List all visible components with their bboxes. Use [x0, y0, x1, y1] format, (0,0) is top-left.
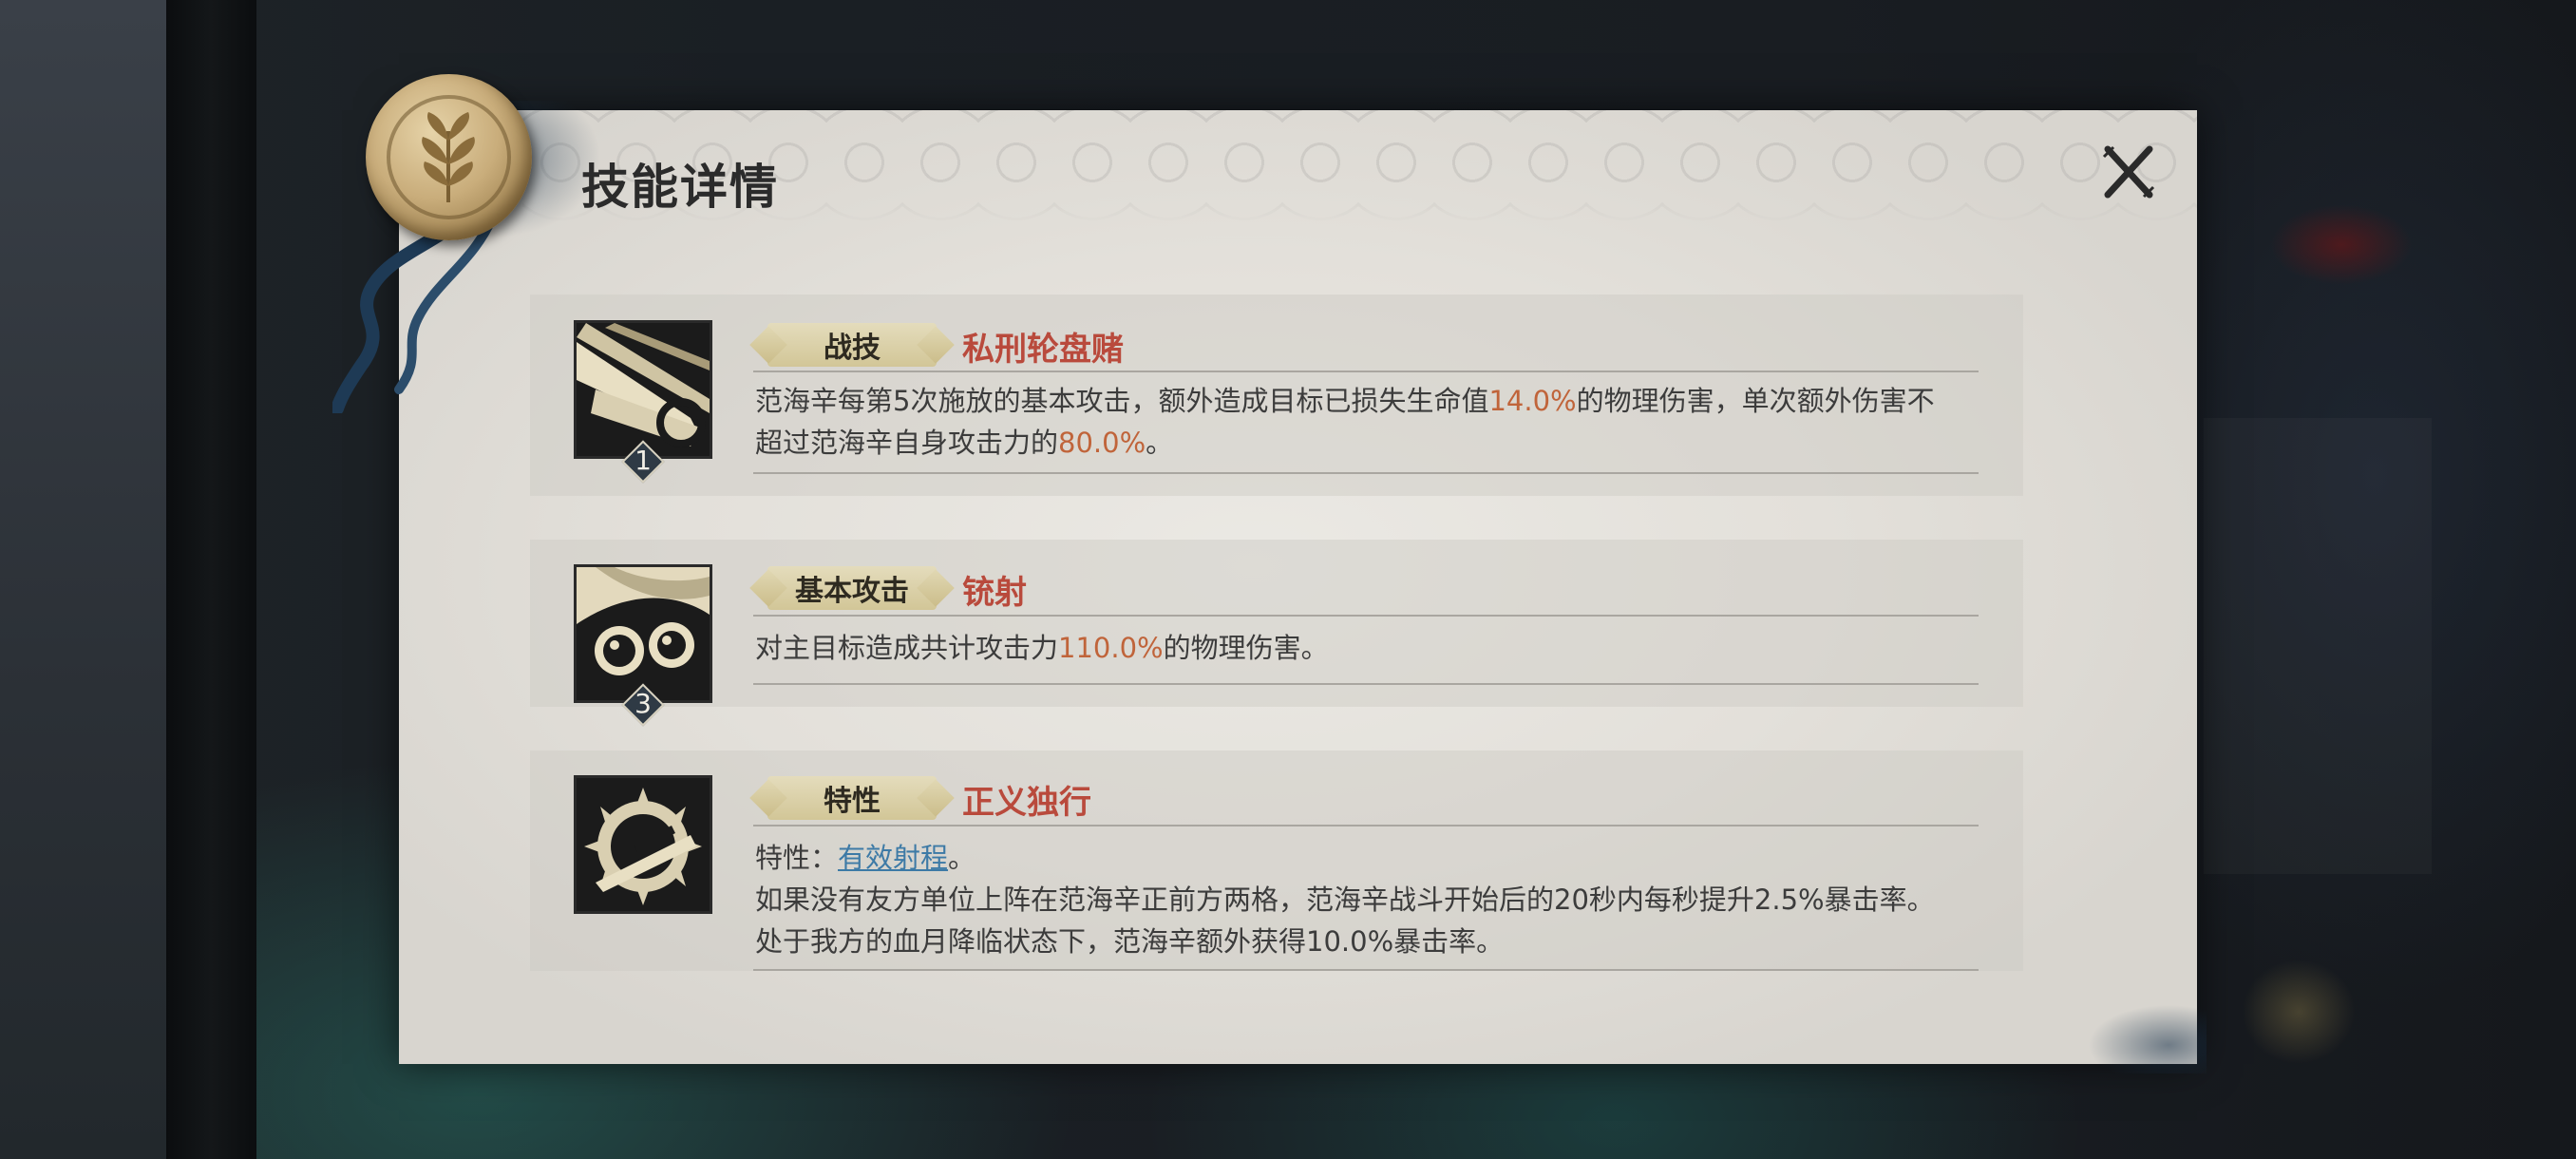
skill-type-tag: 基本攻击: [767, 566, 937, 610]
background-red-glow: [2270, 204, 2413, 285]
skill-level-badge: 1: [620, 439, 666, 484]
effective-range-link[interactable]: 有效射程: [838, 842, 948, 874]
background-side-panel: [2204, 418, 2432, 874]
skill-description: 对主目标造成共计攻击力110.0%的物理伤害。: [755, 632, 1329, 664]
background-left: [0, 0, 166, 1159]
skill-type-tag: 特性: [767, 776, 937, 820]
skill-row-trait[interactable]: 特性 正义独行 特性：有效射程。 如果没有友方单位上阵在范海辛正前方两格，范海辛…: [530, 750, 2023, 971]
background-strip: [166, 0, 256, 1159]
close-button[interactable]: [2094, 138, 2163, 206]
divider: [753, 683, 1979, 685]
divider: [753, 969, 1979, 971]
ink-corner-bottom-right: [2017, 960, 2207, 1074]
divider: [753, 472, 1979, 474]
dialog-title: 技能详情: [581, 159, 779, 215]
skill-description: 范海辛每第5次施放的基本攻击，额外造成目标已损失生命值14.0%的物理伤害，单次…: [755, 385, 1935, 459]
skill-level-badge: 3: [620, 682, 666, 728]
close-x-icon: [2102, 145, 2155, 199]
skill-name: 私刑轮盘赌: [962, 331, 1124, 369]
background-gold-glow: [2242, 960, 2356, 1064]
wax-seal-icon: [366, 74, 532, 240]
skill-row-combat-skill[interactable]: 1 战技 私刑轮盘赌 范海辛每第5次施放的基本攻击，额外造成目标已损失生命值14…: [530, 294, 2023, 496]
skill-row-basic-attack[interactable]: 3 基本攻击 铳射 对主目标造成共计攻击力110.0%的物理伤害。: [530, 540, 2023, 727]
divider: [753, 615, 1979, 617]
divider: [753, 370, 1979, 372]
skill-type-tag: 战技: [767, 323, 937, 367]
skill-name: 正义独行: [962, 784, 1091, 822]
divider: [753, 825, 1979, 826]
crossbow-emblem-icon: [574, 775, 712, 914]
skill-description: 特性：有效射程。 如果没有友方单位上阵在范海辛正前方两格，范海辛战斗开始后的20…: [755, 842, 1935, 958]
skill-name: 铳射: [962, 574, 1027, 612]
